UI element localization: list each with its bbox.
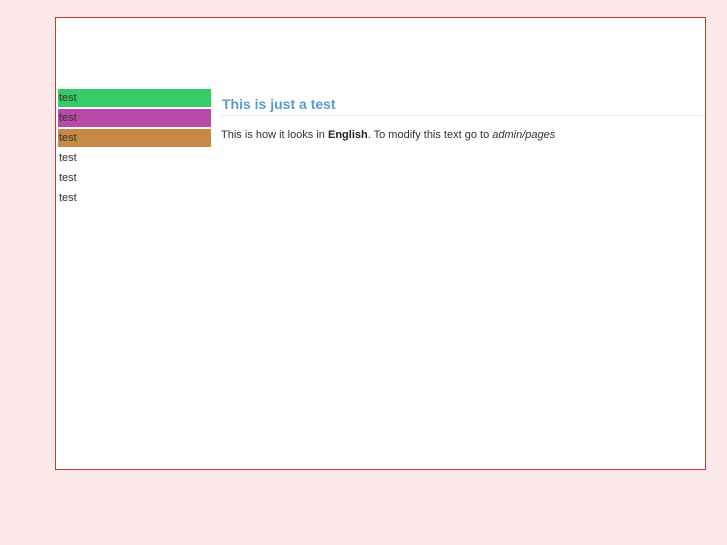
body-text-middle: . To modify this text go to <box>367 129 493 141</box>
admin-path: admin/pages <box>492 129 556 141</box>
page-body-text: This is how it looks in English. To modi… <box>221 129 705 141</box>
body-text-start: This is how it looks in <box>221 129 328 141</box>
language-name: English <box>327 129 368 141</box>
sidebar-item-1[interactable]: test <box>58 89 211 107</box>
sidebar-menu: test test test test test test <box>58 89 211 209</box>
sidebar-item-6[interactable]: test <box>58 189 211 207</box>
sidebar-item-5[interactable]: test <box>58 169 211 187</box>
main-content: This is just a test This is how it looks… <box>221 96 705 141</box>
page-title: This is just a test <box>221 96 705 116</box>
sidebar-item-4[interactable]: test <box>58 149 211 167</box>
sidebar-item-3[interactable]: test <box>58 129 211 147</box>
page-frame: test test test test test test This is ju… <box>55 17 706 470</box>
sidebar-item-2[interactable]: test <box>58 109 211 127</box>
